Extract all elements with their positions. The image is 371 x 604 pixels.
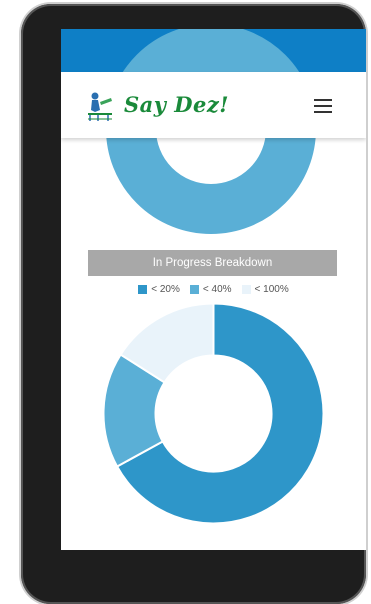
in-progress-donut-chart	[102, 302, 325, 525]
legend-swatch	[138, 284, 148, 294]
hamburger-menu-icon[interactable]	[314, 99, 332, 113]
legend-label: < 40%	[202, 283, 232, 295]
section-title-bar: In Progress Breakdown	[88, 250, 337, 276]
legend-swatch	[189, 284, 199, 294]
legend-swatch	[241, 284, 251, 294]
hamburger-line	[314, 111, 332, 113]
legend-item[interactable]: < 40%	[189, 282, 232, 296]
hamburger-line	[314, 99, 332, 101]
legend-label: < 20%	[151, 283, 180, 295]
logo-wordmark[interactable]: Say Dez!	[124, 92, 229, 117]
logo-figure-icon[interactable]	[86, 90, 116, 122]
legend-item[interactable]: < 100%	[241, 282, 289, 296]
chart-legend: < 20% < 40% < 100%	[61, 282, 366, 296]
device-frame: info@saydez.com Say Dez! In Progress Bre…	[21, 4, 366, 604]
navbar: Say Dez!	[61, 72, 366, 138]
device-screen: info@saydez.com Say Dez! In Progress Bre…	[61, 29, 366, 550]
legend-label: < 100%	[254, 283, 289, 295]
legend-item[interactable]: < 20%	[138, 282, 180, 296]
hamburger-line	[314, 105, 332, 107]
section-title: In Progress Breakdown	[152, 257, 273, 269]
